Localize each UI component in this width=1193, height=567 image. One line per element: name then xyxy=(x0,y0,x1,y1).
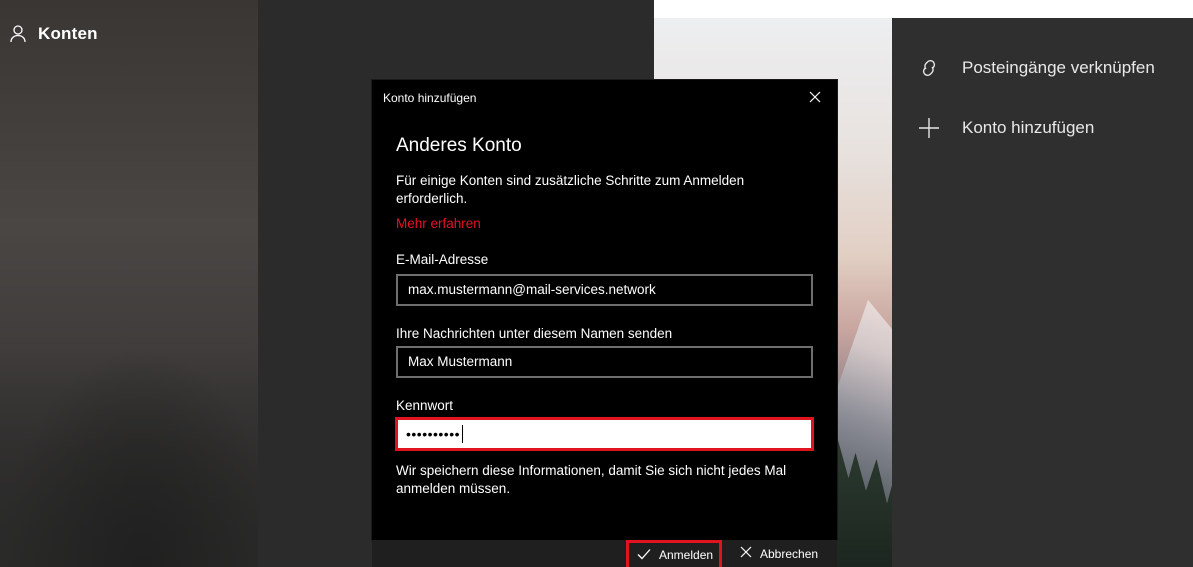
sign-in-button[interactable]: Anmelden xyxy=(626,540,722,567)
password-field[interactable]: •••••••••• xyxy=(395,417,814,451)
cancel-x-icon xyxy=(740,546,752,561)
close-icon[interactable] xyxy=(807,89,823,105)
email-label: E-Mail-Adresse xyxy=(396,252,489,267)
sign-in-label: Anmelden xyxy=(659,548,714,562)
add-account-dialog: Konto hinzufügen Anderes Konto Für einig… xyxy=(372,80,837,540)
dialog-heading: Anderes Konto xyxy=(396,135,522,156)
link-icon xyxy=(918,57,940,79)
dialog-action-bar: Anmelden Abbrechen xyxy=(372,540,837,567)
save-info-note: Wir speichern diese Informationen, damit… xyxy=(396,463,787,496)
password-value: •••••••••• xyxy=(406,426,461,442)
learn-more-link[interactable]: Mehr erfahren xyxy=(396,216,481,231)
link-inboxes-label: Posteingänge verknüpfen xyxy=(962,58,1155,77)
person-icon xyxy=(10,25,26,43)
text-caret xyxy=(462,425,464,443)
cancel-button[interactable]: Abbrechen xyxy=(740,540,818,567)
middle-panel-top xyxy=(258,0,654,18)
manage-accounts-panel: Posteingänge verknüpfen Konto hinzufügen xyxy=(892,0,1193,567)
plus-icon xyxy=(918,117,940,139)
accounts-panel: Konten xyxy=(0,0,258,567)
add-account-item[interactable]: Konto hinzufügen xyxy=(918,117,1094,139)
app-window: Konten Posteingänge verknüpfen Konto hin… xyxy=(0,0,1193,567)
display-name-label: Ihre Nachrichten unter diesem Namen send… xyxy=(396,326,673,341)
add-account-label: Konto hinzufügen xyxy=(962,118,1095,137)
photo-top-strip xyxy=(654,0,892,18)
accounts-header: Konten xyxy=(10,24,98,44)
dialog-description: Für einige Konten sind zusätzliche Schri… xyxy=(396,173,745,206)
dialog-titlebar: Konto hinzufügen xyxy=(372,80,837,114)
accounts-title: Konten xyxy=(38,24,98,43)
cancel-label: Abbrechen xyxy=(760,546,819,561)
background-photo xyxy=(0,347,258,567)
email-field[interactable]: max.mustermann@mail-services.network xyxy=(396,274,813,306)
link-inboxes-item[interactable]: Posteingänge verknüpfen xyxy=(918,57,1155,79)
dialog-window-title: Konto hinzufügen xyxy=(383,91,477,105)
right-panel-top-strip xyxy=(892,0,1193,18)
password-label: Kennwort xyxy=(396,398,454,413)
display-name-field[interactable]: Max Mustermann xyxy=(396,346,813,378)
checkmark-icon xyxy=(637,548,651,563)
